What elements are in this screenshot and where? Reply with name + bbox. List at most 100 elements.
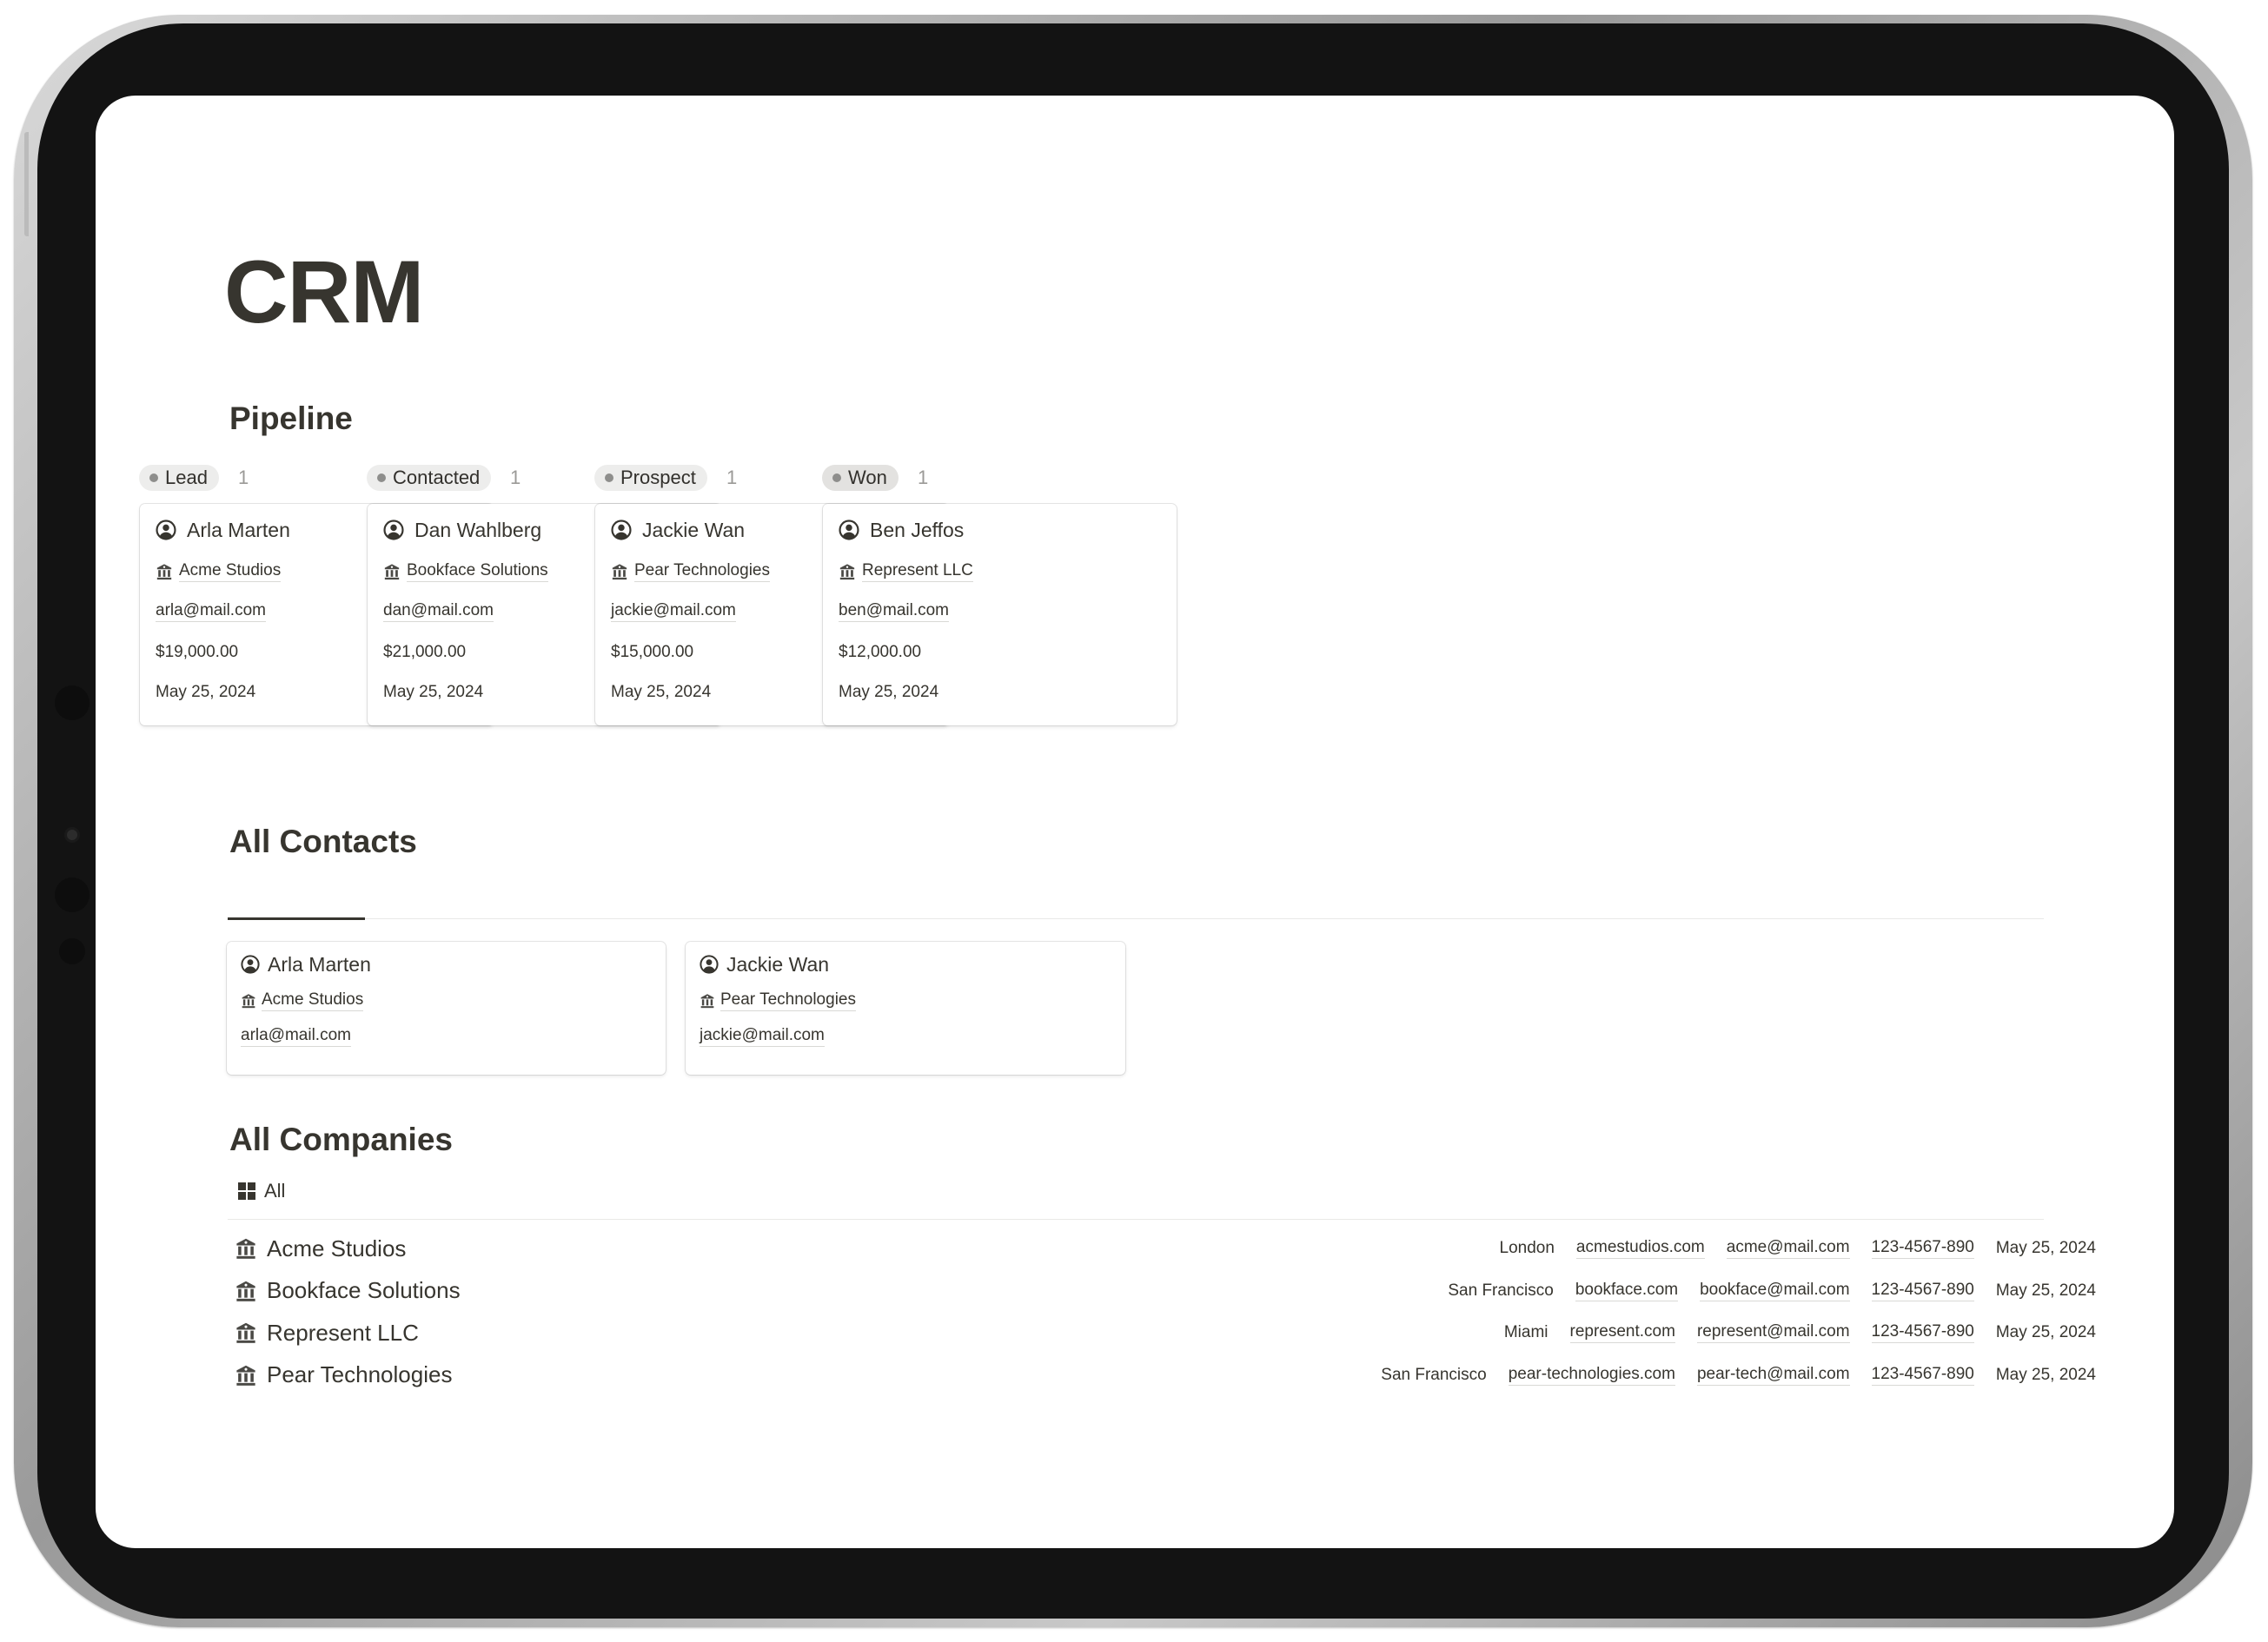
company-date: May 25, 2024 xyxy=(1995,1281,2096,1300)
company-link[interactable]: Acme Studios xyxy=(262,990,364,1011)
company-name: Pear Technologies xyxy=(267,1361,453,1387)
company-properties: London acmestudios.com acme@mail.com 123… xyxy=(1478,1238,2096,1259)
company-email-link[interactable]: bookface@mail.com xyxy=(1700,1281,1850,1301)
company-row[interactable]: Acme Studios London acmestudios.com acme… xyxy=(235,1231,2139,1266)
status-dot xyxy=(377,473,386,482)
column-count: 1 xyxy=(726,467,738,488)
deal-value: $15,000.00 xyxy=(611,643,694,661)
power-button xyxy=(24,132,29,236)
tab-companies-all[interactable]: All xyxy=(238,1180,285,1202)
email-link[interactable]: arla@mail.com xyxy=(241,1026,351,1047)
person-icon xyxy=(700,955,719,974)
deal-value: $21,000.00 xyxy=(383,643,467,661)
status-pill-contacted[interactable]: Contacted xyxy=(367,465,492,491)
company-name: Represent LLC xyxy=(267,1319,419,1346)
company-email-link[interactable]: pear-tech@mail.com xyxy=(1696,1365,1850,1386)
person-icon xyxy=(839,520,859,540)
date: May 25, 2024 xyxy=(839,683,939,701)
email-link[interactable]: dan@mail.com xyxy=(383,601,494,622)
status-pill-prospect[interactable]: Prospect xyxy=(594,465,707,491)
tabs-divider xyxy=(228,918,2044,919)
company-city: San Francisco xyxy=(1448,1281,1554,1300)
person-icon xyxy=(383,520,404,540)
date: May 25, 2024 xyxy=(383,683,484,701)
company-link[interactable]: Acme Studios xyxy=(179,561,282,582)
building-icon xyxy=(384,564,400,580)
contact-name: Ben Jeffos xyxy=(870,518,965,541)
company-website-link[interactable]: represent.com xyxy=(1569,1322,1675,1343)
sensor xyxy=(55,877,90,912)
company-date: May 25, 2024 xyxy=(1995,1239,2096,1257)
status-dot xyxy=(605,473,613,482)
company-properties: San Francisco bookface.com bookface@mail… xyxy=(1426,1281,2096,1301)
building-icon xyxy=(236,1238,255,1259)
company-date: May 25, 2024 xyxy=(1995,1365,2096,1384)
contacts-heading[interactable]: All Contacts xyxy=(229,825,417,857)
date: May 25, 2024 xyxy=(156,683,256,701)
person-icon xyxy=(156,520,176,540)
grid-icon xyxy=(238,1182,255,1200)
company-email-link[interactable]: represent@mail.com xyxy=(1696,1322,1850,1343)
camera-icon xyxy=(67,830,77,840)
building-icon xyxy=(700,994,714,1009)
company-phone-link[interactable]: 123-4567-890 xyxy=(1871,1238,1974,1259)
company-website-link[interactable]: bookface.com xyxy=(1575,1281,1679,1301)
company-row[interactable]: Represent LLC Miami represent.com repres… xyxy=(235,1315,2139,1350)
active-tab-indicator xyxy=(228,917,365,920)
person-icon xyxy=(611,520,632,540)
status-pill-won[interactable]: Won xyxy=(822,465,899,491)
building-icon xyxy=(156,564,172,580)
company-phone-link[interactable]: 123-4567-890 xyxy=(1871,1365,1974,1386)
company-link[interactable]: Represent LLC xyxy=(862,561,973,582)
company-properties: San Francisco pear-technologies.com pear… xyxy=(1359,1365,2096,1386)
company-name: Bookface Solutions xyxy=(267,1277,461,1303)
sensor xyxy=(59,938,85,964)
sensor xyxy=(55,685,90,720)
building-icon xyxy=(236,1365,255,1386)
email-link[interactable]: ben@mail.com xyxy=(839,601,949,622)
building-icon xyxy=(242,994,255,1009)
contact-card[interactable]: Arla Marten Acme Studios arla@mail.com xyxy=(227,942,666,1075)
company-website-link[interactable]: pear-technologies.com xyxy=(1508,1365,1675,1386)
building-icon xyxy=(839,564,855,580)
deal-value: $12,000.00 xyxy=(839,643,922,661)
status-pill-lead[interactable]: Lead xyxy=(139,465,219,491)
company-date: May 25, 2024 xyxy=(1995,1323,2096,1341)
company-row[interactable]: Pear Technologies San Francisco pear-tec… xyxy=(235,1358,2139,1393)
pipeline-heading[interactable]: Pipeline xyxy=(229,402,353,434)
status-dot xyxy=(832,473,841,482)
companies-heading[interactable]: All Companies xyxy=(229,1123,453,1155)
contact-name: Jackie Wan xyxy=(642,518,746,541)
page-title: CRM xyxy=(224,242,424,341)
contact-card[interactable]: Jackie Wan Pear Technologies jackie@mail… xyxy=(686,942,1125,1075)
company-website-link[interactable]: acmestudios.com xyxy=(1575,1238,1705,1259)
company-link[interactable]: Pear Technologies xyxy=(720,990,856,1011)
email-link[interactable]: arla@mail.com xyxy=(156,601,266,622)
company-link[interactable]: Pear Technologies xyxy=(634,561,770,582)
companies-divider xyxy=(228,1219,2044,1220)
column-count: 1 xyxy=(510,467,521,488)
company-properties: Miami represent.com represent@mail.com 1… xyxy=(1482,1322,2096,1343)
person-icon xyxy=(241,955,260,974)
pipeline-card[interactable]: Ben Jeffos Represent LLC ben@mail.com $1… xyxy=(823,504,1177,725)
company-city: London xyxy=(1499,1239,1555,1257)
column-count: 1 xyxy=(238,467,249,488)
email-link[interactable]: jackie@mail.com xyxy=(611,601,736,622)
column-count: 1 xyxy=(918,467,929,488)
company-link[interactable]: Bookface Solutions xyxy=(407,561,548,582)
company-row[interactable]: Bookface Solutions San Francisco bookfac… xyxy=(235,1274,2139,1308)
screen: CRM Pipeline Lead 1 Arla Marten Acme Stud… xyxy=(96,96,2174,1548)
building-icon xyxy=(612,564,627,580)
company-name: Acme Studios xyxy=(267,1235,407,1261)
company-email-link[interactable]: acme@mail.com xyxy=(1726,1238,1850,1259)
email-link[interactable]: jackie@mail.com xyxy=(700,1026,825,1047)
company-phone-link[interactable]: 123-4567-890 xyxy=(1871,1281,1974,1301)
tab-label: All xyxy=(264,1180,286,1202)
status-label: Prospect xyxy=(620,467,696,488)
company-phone-link[interactable]: 123-4567-890 xyxy=(1871,1322,1974,1343)
status-label: Contacted xyxy=(393,467,481,488)
contact-name: Dan Wahlberg xyxy=(414,518,542,541)
company-city: Miami xyxy=(1503,1323,1548,1341)
contact-name: Arla Marten xyxy=(268,952,371,976)
contact-name: Arla Marten xyxy=(187,518,290,541)
